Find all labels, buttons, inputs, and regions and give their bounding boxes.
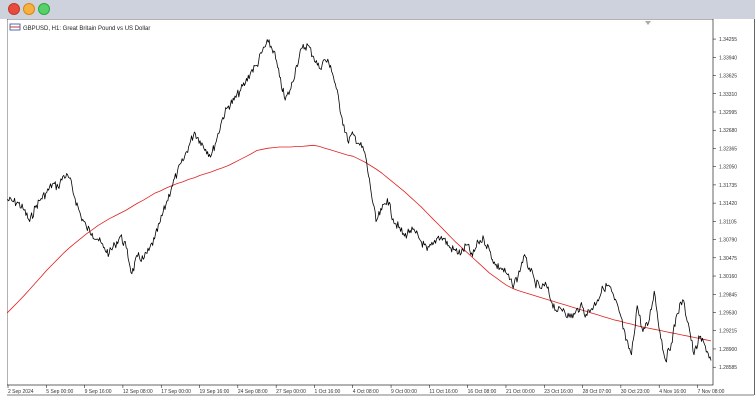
price-chart[interactable]: GBPUSD, H1: Great Britain Pound vs US Do… [7, 19, 755, 415]
time-axis-label: 12 Sep 08:00 [123, 389, 153, 395]
window-titlebar [0, 0, 755, 19]
price-axis-label: 1.32995 [719, 110, 737, 116]
price-axis-label: 1.30160 [719, 274, 737, 280]
time-axis-label: 21 Oct 00:00 [506, 389, 535, 395]
price-axis-label: 1.32050 [719, 165, 737, 171]
time-axis: 2 Sep 2024 5 Sep 00:00 9 Sep 16:00 12 Sep 0… [7, 385, 725, 395]
price-axis: 1.34255 1.33940 1.33625 1.33310 1.32995 1.326… [713, 37, 737, 371]
price-axis-label: 1.32680 [719, 128, 737, 134]
chart-window: GBPUSD, H1: Great Britain Pound vs US Do… [0, 19, 755, 415]
price-axis-label: 1.28585 [719, 365, 737, 371]
price-axis-label: 1.29530 [719, 311, 737, 317]
time-axis-label: 28 Oct 07:00 [583, 389, 612, 395]
time-axis-label: 2 Sep 2024 [8, 389, 34, 395]
chart-symbol-label: GBPUSD, H1: Great Britain Pound vs US Do… [23, 26, 150, 32]
price-axis-label: 1.30790 [719, 238, 737, 244]
time-axis-label: 17 Sep 00:00 [161, 389, 191, 395]
price-axis-label: 1.29215 [719, 329, 737, 335]
time-axis-label: 4 Oct 08:00 [353, 389, 379, 395]
time-axis-label: 4 Nov 16:00 [659, 389, 686, 395]
price-axis-label: 1.29845 [719, 292, 737, 298]
price-axis-label: 1.30475 [719, 256, 737, 262]
time-axis-label: 27 Sep 00:00 [276, 389, 306, 395]
time-axis-label: 9 Sep 16:00 [85, 389, 112, 395]
time-axis-label: 7 Nov 08:00 [698, 389, 725, 395]
time-axis-label: 11 Oct 16:00 [429, 389, 457, 395]
price-axis-label: 1.31735 [719, 183, 737, 189]
minimize-window-button[interactable] [23, 3, 35, 15]
maximize-window-button[interactable] [38, 3, 50, 15]
time-axis-label: 24 Sep 08:00 [238, 389, 268, 395]
time-axis-label: 5 Sep 00:00 [46, 389, 73, 395]
price-axis-label: 1.28900 [719, 347, 737, 353]
time-axis-label: 30 Oct 23:00 [621, 389, 650, 395]
close-window-button[interactable] [8, 3, 20, 15]
plot-area-frame [7, 19, 714, 386]
price-axis-label: 1.32365 [719, 146, 737, 152]
price-axis-label: 1.31105 [719, 219, 737, 225]
chart-header: GBPUSD, H1: Great Britain Pound vs US Do… [9, 23, 150, 32]
time-axis-label: 9 Oct 00:00 [391, 389, 417, 395]
price-axis-label: 1.34255 [719, 37, 737, 43]
price-axis-label: 1.33625 [719, 74, 737, 80]
time-axis-label: 16 Oct 08:00 [468, 389, 497, 395]
price-axis-label: 1.31420 [719, 201, 737, 207]
time-axis-label: 19 Sep 16:00 [200, 389, 230, 395]
time-axis-label: 23 Oct 16:00 [544, 389, 573, 395]
price-axis-label: 1.33940 [719, 55, 737, 61]
price-axis-label: 1.33310 [719, 92, 737, 98]
time-axis-label: 1 Oct 16:00 [314, 389, 340, 395]
